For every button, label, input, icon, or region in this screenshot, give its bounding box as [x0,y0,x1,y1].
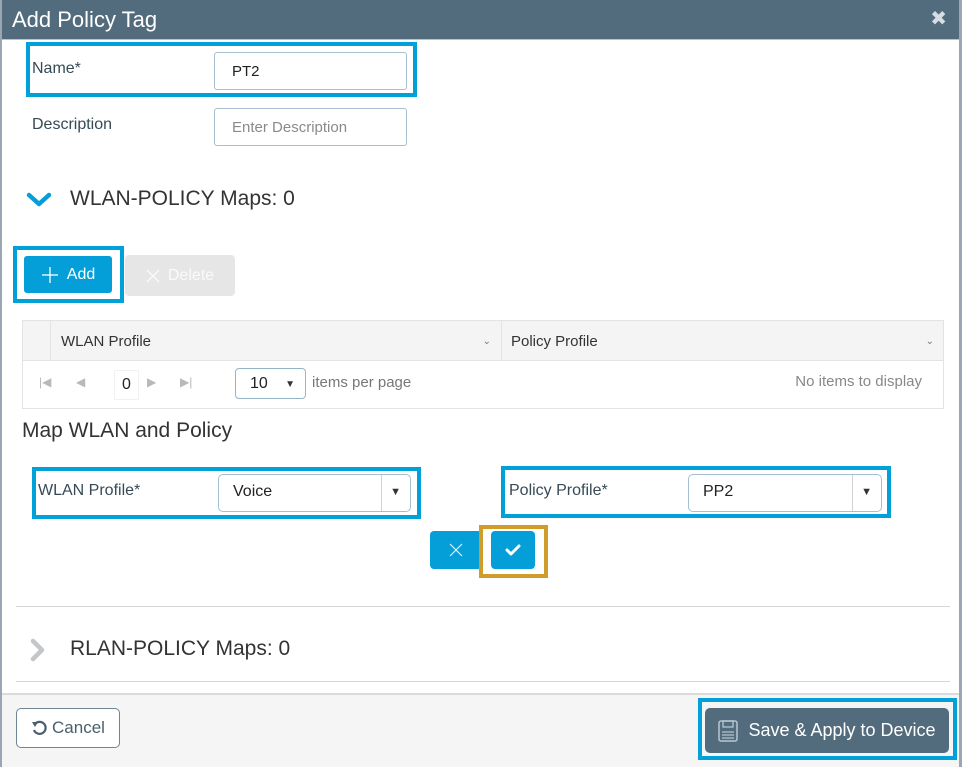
cancel-mapping-button[interactable] [430,531,482,569]
page-size-value: 10 [250,374,268,392]
grid-header: WLAN Profile ⌄ Policy Profile ⌄ [23,321,943,361]
cancel-button-label: Cancel [52,718,105,737]
chevron-down-icon[interactable]: ⌄ [926,336,934,347]
policy-profile-label: Policy Profile* [509,482,608,499]
divider [16,606,950,607]
policy-profile-value: PP2 [703,483,734,500]
description-input[interactable]: Enter Description [214,108,407,146]
rlan-policy-maps-heading[interactable]: RLAN-POLICY Maps: 0 [70,637,290,661]
wlan-policy-maps-heading[interactable]: WLAN-POLICY Maps: 0 [70,187,295,211]
map-wlan-policy-heading: Map WLAN and Policy [22,419,233,442]
add-policy-tag-dialog: Add Policy Tag ✖ Name* PT2 Description E… [0,0,962,767]
dialog-header: Add Policy Tag ✖ [2,0,959,40]
delete-button[interactable]: Delete [125,255,235,296]
close-icon[interactable]: ✖ [930,9,947,29]
empty-grid-message: No items to display [795,373,922,390]
wlan-profile-value: Voice [233,483,273,500]
last-page-icon[interactable]: ▶| [180,375,192,389]
undo-icon [32,720,47,735]
save-icon [718,719,739,742]
wlan-profile-select[interactable]: Voice ▼ [218,474,411,512]
save-apply-button[interactable]: Save & Apply to Device [705,708,949,753]
page-size-select[interactable]: 10 ▼ [235,368,306,399]
page-number[interactable]: 0 [114,370,139,400]
name-label: Name* [32,60,81,77]
delete-button-label: Delete [167,266,215,284]
next-page-icon[interactable]: ▶ [147,375,156,389]
select-separator [852,475,853,511]
add-button-label: Add [66,265,96,283]
prev-page-icon[interactable]: ◀ [76,375,85,389]
chevron-down-icon[interactable]: ⌄ [483,336,491,347]
column-wlan-profile[interactable]: WLAN Profile ⌄ [50,321,501,361]
save-apply-label: Save & Apply to Device [748,720,936,740]
x-icon [146,269,160,282]
wlan-profile-label: WLAN Profile* [38,482,141,499]
dialog-title: Add Policy Tag [12,7,158,32]
caret-down-icon: ▼ [861,486,872,498]
check-icon [505,544,521,556]
policy-profile-select[interactable]: PP2 ▼ [688,474,882,512]
add-button[interactable]: Add [24,256,112,293]
chevron-down-icon[interactable] [26,190,52,210]
wlan-policy-grid: WLAN Profile ⌄ Policy Profile ⌄ |◀ ◀ 0 ▶… [22,320,944,409]
select-separator [381,475,382,511]
chevron-right-icon[interactable] [28,637,46,663]
column-wlan-profile-label: WLAN Profile [61,332,152,350]
name-input[interactable]: PT2 [214,52,407,90]
divider [16,681,950,682]
column-policy-profile-label: Policy Profile [511,332,598,350]
grid-pager: |◀ ◀ 0 ▶ ▶| 10 ▼ items per page No items… [23,361,943,409]
plus-icon [41,266,58,283]
confirm-mapping-button[interactable] [491,531,535,569]
description-label: Description [32,116,113,133]
caret-down-icon: ▼ [390,486,401,498]
first-page-icon[interactable]: |◀ [39,375,51,389]
caret-down-icon: ▼ [285,379,295,390]
cancel-button[interactable]: Cancel [16,708,120,748]
column-policy-profile[interactable]: Policy Profile ⌄ [501,321,944,361]
x-icon [449,543,463,557]
items-per-page-label: items per page [312,374,412,391]
